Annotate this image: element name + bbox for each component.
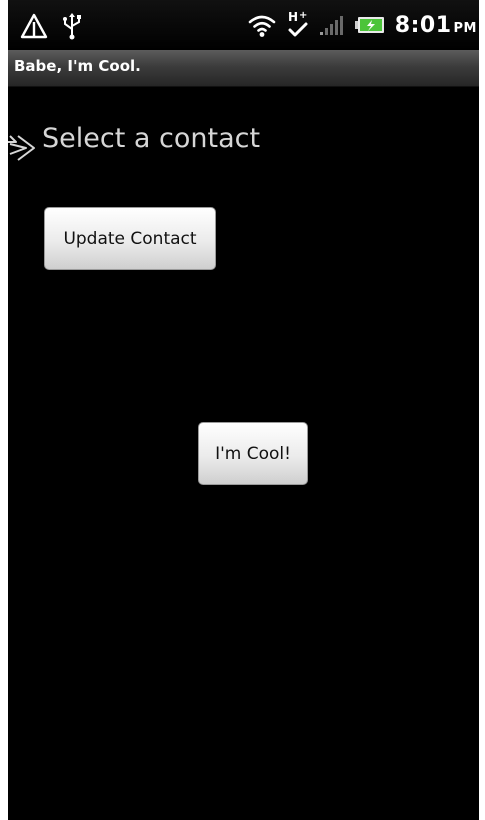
warning-icon: [20, 13, 48, 39]
update-contact-button[interactable]: Update Contact: [44, 207, 216, 270]
signal-icon: [319, 14, 345, 36]
app-title: Babe, I'm Cool.: [14, 57, 141, 75]
im-cool-button[interactable]: I'm Cool!: [198, 422, 308, 485]
time-value: 8:01: [394, 12, 452, 38]
svg-text:H: H: [288, 10, 298, 24]
status-bar-right: H + 8:01 PM: [247, 8, 477, 42]
battery-charging-icon: [354, 16, 385, 34]
status-bar: H + 8:01 PM: [8, 0, 479, 50]
status-bar-left: [20, 12, 82, 40]
wifi-icon: [247, 12, 277, 38]
hspa-plus-icon: H +: [287, 10, 309, 40]
status-time: 8:01 PM: [395, 13, 477, 38]
usb-icon: [62, 12, 82, 40]
app-title-bar: Babe, I'm Cool.: [8, 50, 479, 87]
time-ampm: PM: [453, 20, 477, 36]
select-contact-label[interactable]: Select a contact: [42, 123, 260, 154]
svg-text:+: +: [299, 10, 307, 21]
arrow-right-icon: [8, 132, 42, 172]
phone-screen: H + 8:01 PM Babe, I'm Cool. Select a con…: [8, 0, 479, 820]
